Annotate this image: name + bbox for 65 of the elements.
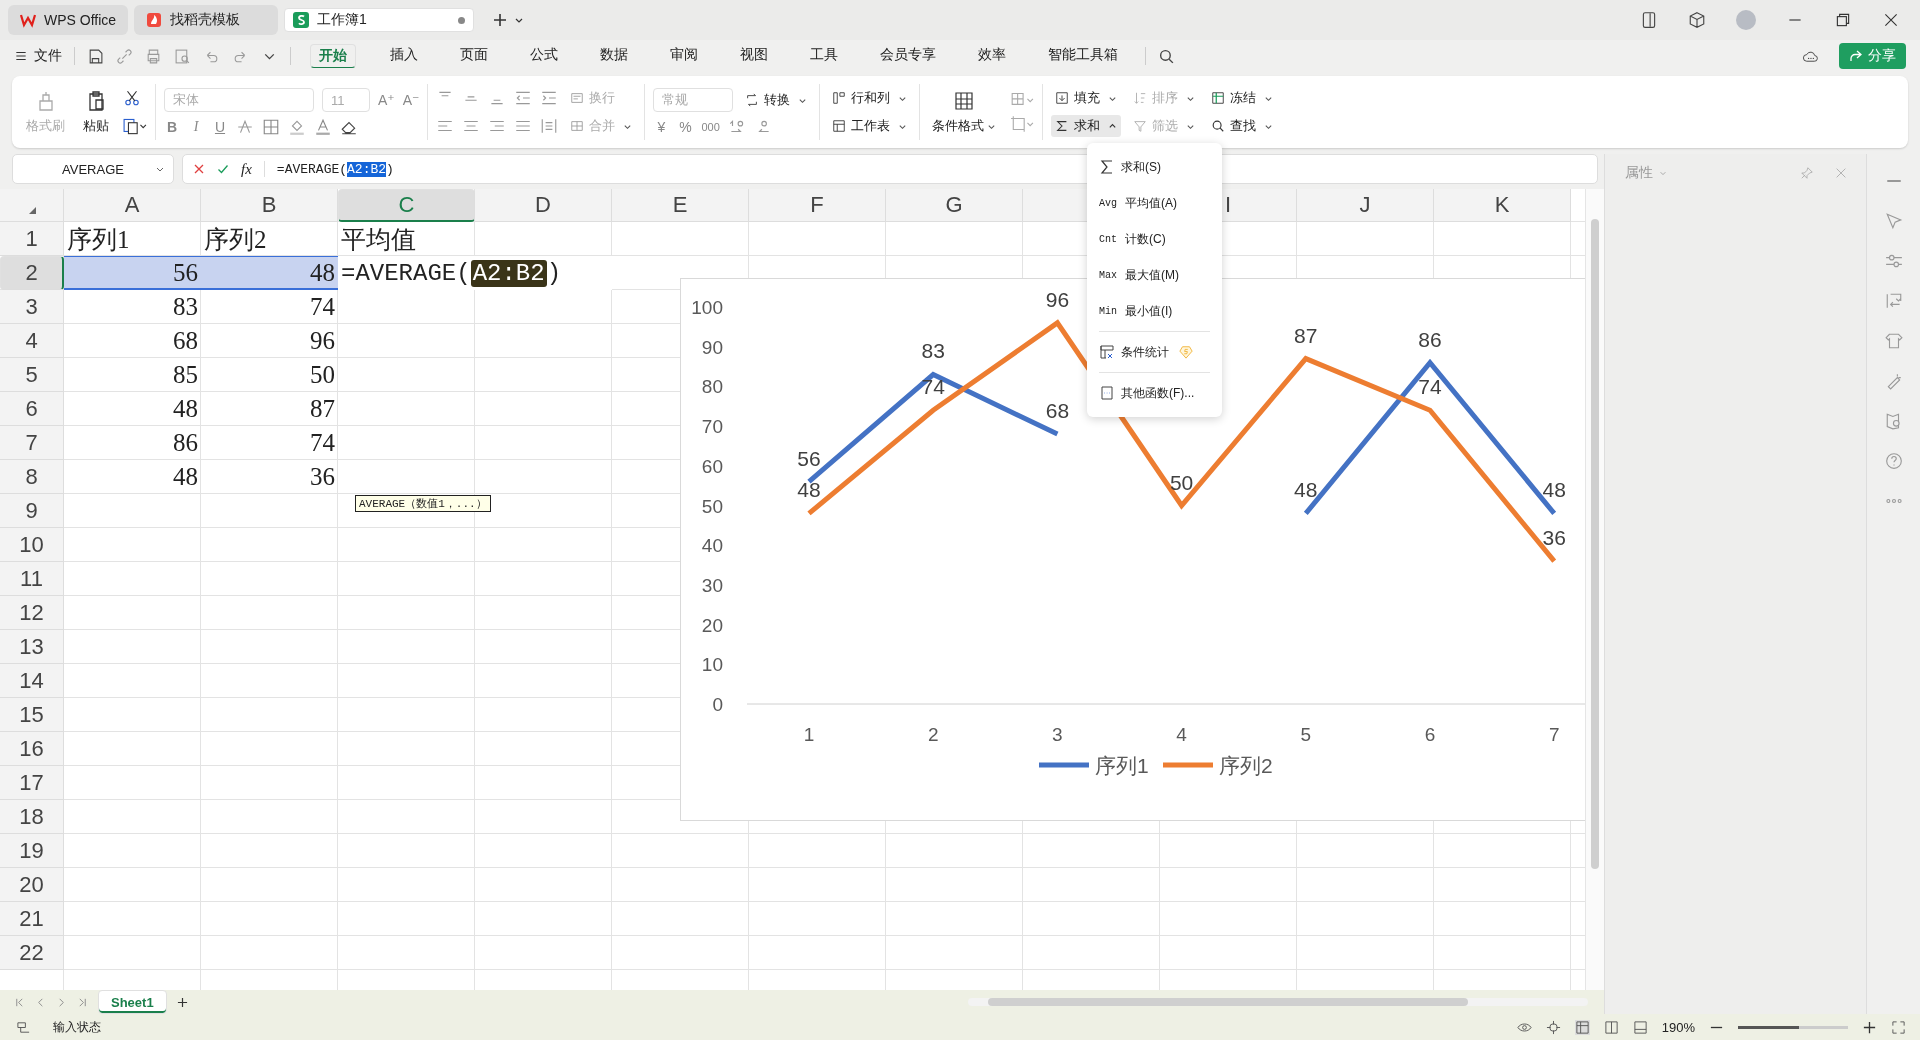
y-tick-label: 50 [701,495,723,517]
menu-item-label: 求和(S) [1121,158,1161,176]
tab-title: WPS Office [44,12,117,28]
menu-item-label: 其他函数(F)... [1121,384,1195,402]
table-cell-text: 86 [172,428,199,458]
data-label: 86 [1418,327,1442,351]
y-tick-label: 20 [701,614,723,636]
x-tick-label: 5 [1300,724,1312,745]
menu-item-label: 计数(C) [1125,230,1166,248]
function-abbreviation: Min [1099,305,1118,317]
table-cell-text: 83 [172,292,199,322]
tab-title: 工作簿1 [317,11,367,29]
data-label: 74 [921,375,945,399]
data-label: 36 [1542,526,1566,550]
table-cell-text: 序列2 [203,224,268,255]
data-label: 74 [1418,375,1442,399]
data-label: 96 [1045,287,1070,311]
x-tick-label: 7 [1548,724,1560,745]
data-label: 87 [1294,323,1318,347]
y-tick-label: 0 [712,694,723,715]
table-cell: =AVERAGE(A2:B2) [338,256,612,290]
data-label: 68 [1045,399,1070,423]
legend-label: 序列1 [1095,754,1149,777]
function-abbreviation: Max [1099,269,1118,281]
menu-item-label: 最小值(I) [1125,302,1173,320]
x-tick-label: 6 [1424,724,1436,745]
y-tick-label: 30 [701,574,723,596]
y-tick-label: 70 [701,416,723,438]
table-cell-text: 36 [309,462,336,492]
function-abbreviation: Avg [1099,197,1118,209]
y-tick-label: 40 [701,535,723,557]
tab-title: 找稻壳模板 [170,11,241,29]
table-cell-text: 74 [309,428,336,458]
data-label: 48 [1542,478,1566,502]
function-abbreviation: Cnt [1099,233,1118,245]
table-cell-text: 85 [172,360,199,390]
data-label: 50 [1169,470,1194,494]
y-tick-label: 90 [701,336,723,358]
data-label: 48 [1294,478,1318,502]
table-cell-text: 87 [309,394,336,424]
table-cell: 56 [64,256,201,290]
data-label: 83 [921,339,945,363]
data-label: 48 [797,478,821,502]
table-cell: 48 [201,256,338,290]
table-cell-text: 序列1 [66,224,131,255]
y-tick-label: 60 [701,455,723,477]
table-cell-text: 68 [172,326,199,356]
x-tick-label: 1 [803,724,815,745]
table-cell-text: 50 [309,360,336,390]
data-label: 56 [797,446,821,470]
table-cell-text: 74 [309,292,336,322]
table-cell-text: 48 [172,462,199,492]
menu-item-label: 条件统计 [1121,343,1169,361]
x-tick-label: 2 [927,724,939,745]
status-text: 输入状态 [53,1018,101,1036]
table-cell-text: 48 [172,394,199,424]
y-tick-label: 10 [701,654,723,676]
function-tooltip: AVERAGE（数值1，...） [355,495,491,512]
x-tick-label: 4 [1176,724,1187,745]
y-tick-label: 80 [701,376,723,398]
y-tick-label: 100 [691,297,723,318]
table-cell-text: 96 [309,326,336,356]
x-tick-label: 3 [1052,724,1063,745]
legend-label: 序列2 [1219,754,1273,777]
table-cell-text: 平均值 [340,224,417,255]
